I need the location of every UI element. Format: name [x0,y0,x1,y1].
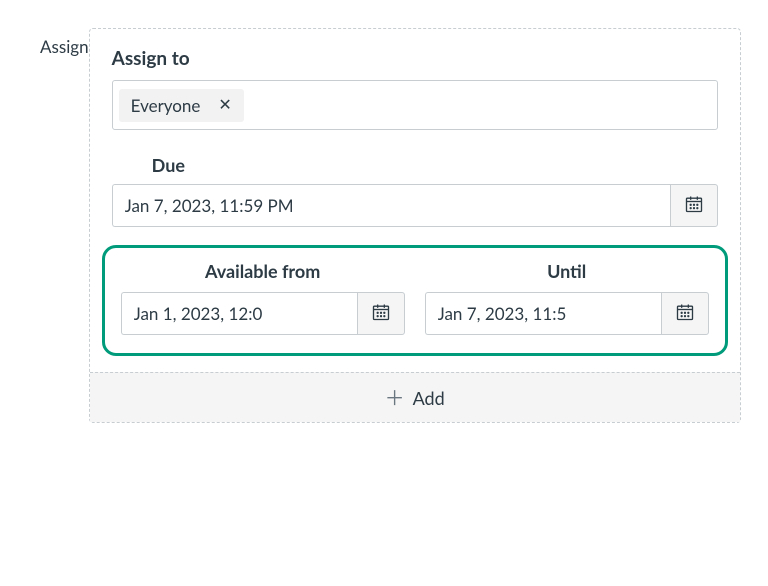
available-from-group [121,292,405,335]
calendar-icon [675,302,695,326]
assign-token-text: Everyone [131,95,201,116]
assign-side-label: Assign [40,28,89,57]
available-from-label: Available from [121,260,405,282]
due-calendar-button[interactable] [670,184,718,227]
until-calendar-button[interactable] [661,292,709,335]
remove-token-icon[interactable]: ✕ [218,97,231,113]
assign-card: Assign to Everyone ✕ Due [89,28,741,423]
due-date-group [112,184,718,227]
until-input[interactable] [425,292,661,335]
assign-to-input[interactable]: Everyone ✕ [112,80,718,130]
calendar-icon [371,302,391,326]
until-group [425,292,709,335]
available-from-calendar-button[interactable] [357,292,405,335]
add-label: Add [413,387,445,409]
assign-to-label: Assign to [112,47,718,70]
add-button[interactable]: ＋ Add [90,372,740,422]
due-date-input[interactable] [112,184,670,227]
assign-token-everyone: Everyone ✕ [119,89,244,122]
due-label: Due [112,154,718,176]
available-from-input[interactable] [121,292,357,335]
availability-highlight: Available from [102,245,728,356]
calendar-icon [684,194,704,218]
plus-icon: ＋ [385,388,405,408]
until-label: Until [425,260,709,282]
